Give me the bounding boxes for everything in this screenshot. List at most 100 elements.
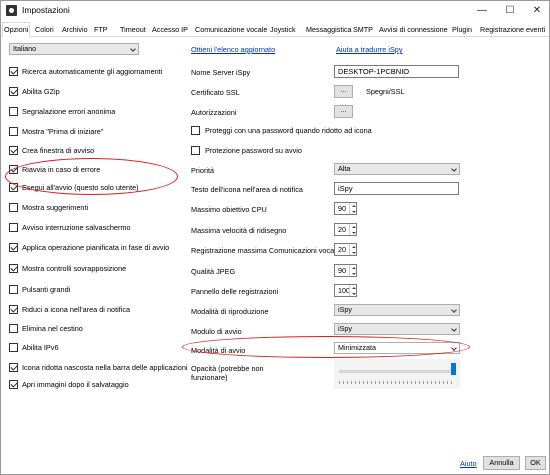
opacity-label: Opacità (potrebbe non funzionare) <box>191 364 264 382</box>
tab-colori[interactable]: Colori <box>34 23 55 37</box>
checkbox-minimize-to-tray[interactable] <box>9 305 18 314</box>
close-button[interactable]: ✕ <box>524 1 550 20</box>
checkbox-show-getting-started[interactable] <box>9 127 18 136</box>
tab-ftp[interactable]: FTP <box>93 23 109 37</box>
tab-timeout[interactable]: Timeout <box>119 23 147 37</box>
checkbox-open-after-save[interactable] <box>9 380 18 389</box>
help-link[interactable]: Aiuto <box>460 459 477 468</box>
cancel-button[interactable]: Annulla <box>483 456 520 470</box>
tab-accesso-ip[interactable]: Accesso IP <box>151 23 189 37</box>
language-select[interactable]: Italiano <box>9 43 139 55</box>
maximize-button[interactable]: ☐ <box>497 1 523 20</box>
server-name-input[interactable]: DESKTOP-1PCBNIO <box>334 65 459 78</box>
startup-form-select[interactable]: iSpy <box>334 323 460 335</box>
label-open-after-save: Apri immagini dopo il salvataggio <box>22 380 129 389</box>
checkbox-show-tips[interactable] <box>9 203 18 212</box>
cpu-value: 90 <box>338 204 346 213</box>
highlight-oval-startup-mode <box>182 336 470 358</box>
spin-arrows-icon[interactable] <box>349 203 356 214</box>
label-minimize-to-tray: Riduci a icona nell'area di notifica <box>22 305 131 314</box>
tab-joystick[interactable]: Joystick <box>269 23 297 37</box>
tab-messaggistica[interactable]: Messaggistica <box>305 23 353 37</box>
label-anon-errors: Segnalazione errori anonima <box>22 107 116 116</box>
minimize-button[interactable]: — <box>469 1 495 20</box>
jpeg-value: 90 <box>338 266 346 275</box>
tray-text-label: Testo dell'icona nell'area di notifica <box>191 185 303 194</box>
tab-strip: Opzioni Colori Archivio FTP Timeout Acce… <box>1 22 549 37</box>
label-screensaver-alert: Avviso interruzione salvaschermo <box>22 223 131 232</box>
help-translate-link[interactable]: Aiuta a tradurre iSpy <box>336 45 403 54</box>
tray-text-input[interactable]: iSpy <box>334 182 459 195</box>
tab-archivio[interactable]: Archivio <box>61 23 89 37</box>
cpu-stepper[interactable]: 90 <box>334 202 357 215</box>
auth-label: Autorizzazioni <box>191 108 237 117</box>
ssl-status: Spegni/SSL <box>366 87 405 96</box>
playback-select[interactable]: iSpy <box>334 304 460 316</box>
spin-arrows-icon[interactable] <box>349 244 356 255</box>
spin-arrows-icon[interactable] <box>349 285 356 296</box>
label-ipv6: Abilita IPv6 <box>22 343 59 352</box>
recordings-stepper[interactable]: 100 <box>334 284 357 297</box>
label-protect-minimized: Proteggi con una password quando ridotto… <box>205 126 372 135</box>
recordings-label: Pannello delle registrazioni <box>191 287 279 296</box>
redraw-stepper[interactable]: 20 <box>334 223 357 236</box>
checkbox-alert-window[interactable] <box>9 146 18 155</box>
checkbox-overlay-controls[interactable] <box>9 264 18 273</box>
checkbox-protect-minimized[interactable] <box>191 126 200 135</box>
tab-opzioni[interactable]: Opzioni <box>2 22 31 37</box>
tab-smtp[interactable]: SMTP <box>352 23 374 37</box>
ssl-browse-button[interactable]: ... <box>334 85 353 98</box>
title-bar: Impostazioni — ☐ ✕ <box>1 1 549 20</box>
startup-form-label: Modulo di avvio <box>191 327 242 336</box>
chevron-down-icon <box>451 166 457 172</box>
playback-label: Modalità di riproduzione <box>191 307 269 316</box>
auth-button[interactable]: ... <box>334 105 353 118</box>
voice-stepper[interactable]: 20 <box>334 243 357 256</box>
tab-registrazione-eventi[interactable]: Registrazione eventi <box>479 23 546 37</box>
slider-track <box>339 370 455 373</box>
jpeg-stepper[interactable]: 90 <box>334 264 357 277</box>
settings-window: Impostazioni — ☐ ✕ Opzioni Colori Archiv… <box>0 0 550 475</box>
slider-thumb[interactable] <box>451 363 456 375</box>
checkbox-delete-to-bin[interactable] <box>9 324 18 333</box>
label-alert-window: Crea finestra di avviso <box>22 146 95 155</box>
checkbox-ipv6[interactable] <box>9 343 18 352</box>
label-auto-update: Ricerca automaticamente gli aggiornament… <box>22 67 163 76</box>
label-delete-to-bin: Elimina nel cestino <box>22 324 83 333</box>
label-overlay-controls: Mostra controlli sovrapposizione <box>22 264 127 273</box>
chevron-down-icon <box>451 326 457 332</box>
window-title: Impostazioni <box>22 5 70 15</box>
checkbox-hide-taskbar-icon[interactable] <box>9 363 18 372</box>
checkbox-gzip[interactable] <box>9 87 18 96</box>
spin-arrows-icon[interactable] <box>349 265 356 276</box>
app-icon <box>6 5 17 16</box>
get-list-link[interactable]: Ottieni l'elenco aggiornato <box>191 45 275 54</box>
highlight-oval-startup-options <box>5 158 178 195</box>
checkbox-anon-errors[interactable] <box>9 107 18 116</box>
startup-form-value: iSpy <box>338 324 352 333</box>
tab-plugin[interactable]: Plugin <box>451 23 473 37</box>
tab-comunicazione-vocale[interactable]: Comunicazione vocale <box>194 23 268 37</box>
redraw-value: 20 <box>338 225 346 234</box>
chevron-down-icon <box>130 46 136 52</box>
opacity-slider[interactable] <box>334 359 460 389</box>
cpu-label: Massimo obiettivo CPU <box>191 205 267 214</box>
tab-avvisi-connessione[interactable]: Avvisi di connessione <box>378 23 449 37</box>
playback-value: iSpy <box>338 305 352 314</box>
slider-ticks <box>339 381 455 384</box>
chevron-down-icon <box>451 307 457 313</box>
ok-button[interactable]: OK <box>525 456 546 470</box>
priority-select[interactable]: Alta <box>334 163 460 175</box>
checkbox-scheduled-startup[interactable] <box>9 243 18 252</box>
checkbox-large-buttons[interactable] <box>9 285 18 294</box>
checkbox-auto-update[interactable] <box>9 67 18 76</box>
language-value: Italiano <box>13 44 37 53</box>
label-gzip: Abilita GZip <box>22 87 60 96</box>
spin-arrows-icon[interactable] <box>349 224 356 235</box>
jpeg-label: Qualità JPEG <box>191 267 236 276</box>
label-hide-taskbar-icon: Icona ridotta nascosta nella barra delle… <box>22 363 188 372</box>
checkbox-protect-startup[interactable] <box>191 146 200 155</box>
label-show-tips: Mostra suggerimenti <box>22 203 89 212</box>
server-name-label: Nome Server iSpy <box>191 68 251 77</box>
checkbox-screensaver-alert[interactable] <box>9 223 18 232</box>
